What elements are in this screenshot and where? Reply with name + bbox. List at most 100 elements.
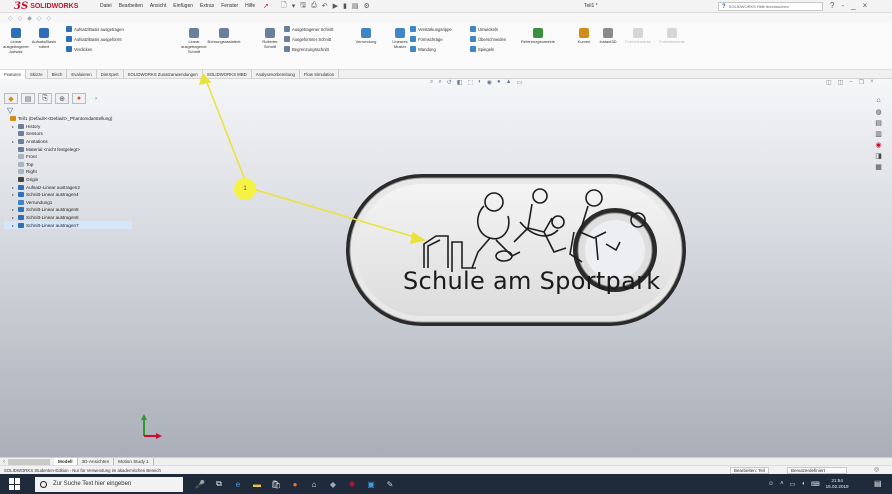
feature-tree-item[interactable]: Verrundung1 [4,199,132,207]
ribbon-button[interactable]: Instant3D [594,25,622,44]
open-icon[interactable]: ▾ [292,2,296,10]
appearances-icon[interactable]: ◨ [874,151,883,160]
sketch-tool-icon[interactable]: ◇ [47,15,52,22]
ribbon-small-button[interactable]: Verdicken [66,46,92,52]
close-button[interactable]: × [863,1,868,10]
task-view-icon[interactable]: ⧉ [214,479,224,489]
feature-tree-item[interactable]: Top [4,161,132,169]
sketch-tool-icon[interactable]: ◆ [27,15,32,22]
taskbar-search-input[interactable]: Zur Suche Text hier eingeben [35,476,183,492]
appearance-icon[interactable]: ● [497,79,501,86]
keychain-part-model[interactable] [344,172,688,328]
ribbon-small-button[interactable]: Aufsatz/Basis ausgeformt [66,36,121,42]
ribbon-small-button[interactable]: Ausgetragener Schnitt [284,26,333,32]
ribbon-button[interactable]: Aufsatz/Basis rotiert [30,25,58,49]
taskbar-clock[interactable]: 21:54 15.02.2019 [826,478,849,490]
custom-properties-icon[interactable]: ▦ [874,162,883,171]
display-style-icon[interactable]: ◐ [478,79,482,86]
hide-show-icon[interactable]: ◉ [487,79,492,86]
resources-icon[interactable]: ◍ [874,107,883,116]
tab-features[interactable]: Features [0,69,26,79]
tab-flow-simulation[interactable]: Flow Simulation [300,69,340,79]
zoom-to-fit-icon[interactable]: ⌕ [430,79,433,86]
viewport-restore-icon[interactable]: ❐ [859,79,864,86]
ribbon-small-button[interactable]: Umwickeln [470,26,498,32]
action-center-icon[interactable]: ▤ [874,479,882,488]
feature-tree-tab-icon[interactable]: ◆ [4,93,18,104]
menu-item[interactable]: Fenster [221,3,238,9]
menu-item[interactable]: Ansicht [150,3,166,9]
ribbon-small-button[interactable]: Begrenzungsschnitt [284,46,329,52]
scene-icon[interactable]: ▲ [506,79,512,86]
feature-tree-item[interactable]: Sensors [4,130,132,138]
volume-icon[interactable]: ◖ [801,481,805,487]
ribbon-small-button[interactable]: Aufsatz/Basis ausgetragen [66,26,124,32]
new-document-icon[interactable]: 🗋 [281,1,287,12]
feature-tree-item[interactable]: Teil1 (Default<<Default>_Phantomdarstell… [4,115,132,123]
tab-solidworks-zusatzanwendungen[interactable]: SOLIDWORKS Zusatzanwendungen [124,69,203,79]
home-icon[interactable]: ⌂ [874,96,883,105]
solidworks-taskbar-icon[interactable]: ✱ [347,479,357,489]
horizontal-scrollbar[interactable] [8,458,50,465]
tray-overflow-icon[interactable]: ˄ [780,481,784,487]
file-properties-icon[interactable]: ▤ [352,2,359,10]
display-manager-tab-icon[interactable]: ● [72,93,86,104]
previous-view-icon[interactable]: ↺ [447,79,452,86]
feature-tree-item[interactable]: ▸ Aufsatz-Linear austragen2 [4,183,132,191]
pen-app-icon[interactable]: ✎ [385,479,395,489]
chevron-right-icon[interactable]: › [89,93,103,104]
feature-tree-item[interactable]: ▸ Anotations [4,138,132,146]
help-search-input[interactable]: ? SOLIDWORKS Hilfe durchsuchen [718,2,823,11]
firefox-icon[interactable]: ● [290,479,300,489]
ribbon-button[interactable]: Rotierter Schnitt [256,25,284,49]
undo-icon[interactable]: ↶ [322,2,328,10]
ribbon-button[interactable]: Linear ausgetragener Aufsatz [2,25,30,54]
sketch-tool-icon[interactable]: ◇ [8,15,13,22]
photos-icon[interactable]: ▣ [366,479,376,489]
menu-item[interactable]: Hilfe [245,3,255,9]
view-orientation-icon[interactable]: ⬚ [467,79,473,86]
people-icon[interactable]: ☺ [768,481,774,487]
tab-evaluieren[interactable]: Evaluieren [67,69,97,79]
feature-tree-item[interactable]: Origin [4,176,132,184]
edge-icon[interactable]: e [233,479,243,489]
viewport-minimize-icon[interactable]: – [849,79,852,86]
options-gear-icon[interactable]: ⚙ [364,2,370,10]
viewport-split-icon[interactable]: ◫ [826,79,832,86]
design-library-icon[interactable]: ▤ [874,118,883,127]
feature-tree-item[interactable]: ▸ History [4,123,132,131]
app-icon[interactable]: ◆ [328,479,338,489]
menu-item[interactable]: Einfügen [173,3,193,9]
feature-tree-item[interactable]: Material <nicht festgelegt> [4,145,132,153]
sketch-tool-icon[interactable]: ◇ [18,15,23,22]
zoom-area-icon[interactable]: ⌕ [438,79,441,86]
feature-tree-item[interactable]: Front [4,153,132,161]
feature-tree-item[interactable]: ▸ Schnitt-Linear austragen5 [4,206,132,214]
ribbon-button[interactable]: Linear ausgetragener Schnitt [180,25,208,54]
scroll-left-icon[interactable]: ‹ [0,459,8,465]
print-icon[interactable]: ⎙ [311,2,317,10]
view-palette-icon[interactable]: ◉ [874,140,883,149]
help-dropdown-button[interactable]: - [841,1,844,10]
feature-tree-item[interactable]: ▸ Schnitt-Linear austragen4 [4,191,132,199]
file-explorer-taskbar-icon[interactable]: ▬ [252,479,262,489]
rebuild-icon[interactable]: ▮ [343,2,347,10]
store-icon[interactable]: 🛍 [271,479,281,489]
microphone-icon[interactable]: 🎤 [195,479,205,489]
menu-item[interactable]: Extras [200,3,214,9]
ribbon-small-button[interactable]: Verstärkungsrippe [410,26,452,32]
dimxpert-tab-icon[interactable]: ⊕ [55,93,69,104]
windows-start-icon[interactable] [9,478,21,490]
tab-blech[interactable]: Blech [48,69,68,79]
ribbon-button[interactable]: Bohrungsassistent [208,25,240,44]
viewport-tile-icon[interactable]: ◫ [838,79,844,86]
tab-analysevorbereitung[interactable]: Analysevorbereitung [252,69,300,79]
configuration-manager-tab-icon[interactable]: ⎘ [38,93,52,104]
help-circle-icon[interactable]: ◎ [874,466,879,473]
feature-tree-item[interactable]: ▸ Schnitt-Linear austragen6 [4,214,132,222]
save-icon[interactable]: 🖫 [300,1,306,12]
ribbon-small-button[interactable]: Überschneiden [470,36,506,42]
menu-item[interactable]: Datei [100,3,112,9]
tab-solidworks-mbd[interactable]: SOLIDWORKS MBD [203,69,252,79]
pin-icon[interactable]: ➚ [263,2,269,10]
